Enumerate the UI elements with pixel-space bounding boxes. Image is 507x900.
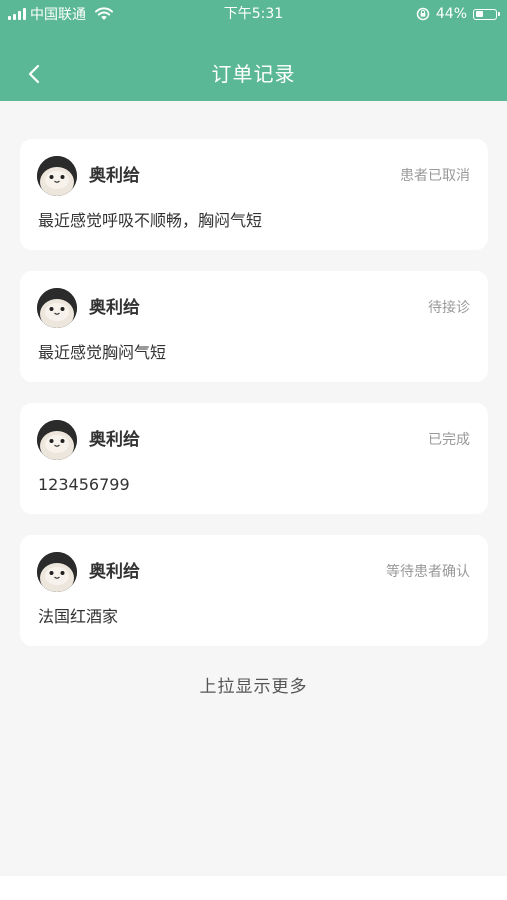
order-status: 患者已取消 <box>400 168 470 184</box>
battery-fill <box>475 11 484 17</box>
order-card[interactable]: 奥利给 待接诊 最近感觉胸闷气短 <box>20 271 488 382</box>
battery-percent: 44% <box>435 6 467 22</box>
rotation-lock-icon <box>416 7 430 21</box>
avatar <box>37 288 77 328</box>
patient-name: 奥利给 <box>89 430 140 450</box>
order-records-screen: 中国联通 下午5:31 44% 订单记录 奥利给 患者已取消 最近感觉呼吸不顺畅… <box>0 0 507 876</box>
patient-name: 奥利给 <box>89 562 140 582</box>
avatar <box>37 420 77 460</box>
order-description: 最近感觉胸闷气短 <box>38 343 167 362</box>
order-card[interactable]: 奥利给 等待患者确认 法国红酒家 <box>20 535 488 646</box>
avatar <box>37 552 77 592</box>
avatar <box>37 156 77 196</box>
status-bar-right: 44% <box>416 5 500 23</box>
order-status: 待接诊 <box>428 300 470 316</box>
status-bar: 中国联通 下午5:31 44% <box>0 0 507 28</box>
order-status: 已完成 <box>428 432 470 448</box>
patient-name: 奥利给 <box>89 166 140 186</box>
order-description: 123456799 <box>38 475 130 494</box>
order-card[interactable]: 奥利给 患者已取消 最近感觉呼吸不顺畅，胸闷气短 <box>20 139 488 250</box>
order-card[interactable]: 奥利给 已完成 123456799 <box>20 403 488 514</box>
order-status: 等待患者确认 <box>386 564 470 580</box>
patient-name: 奥利给 <box>89 298 140 318</box>
order-description: 最近感觉呼吸不顺畅，胸闷气短 <box>38 211 263 230</box>
battery-icon <box>473 8 500 20</box>
app-header: 中国联通 下午5:31 44% 订单记录 <box>0 0 507 101</box>
order-description: 法国红酒家 <box>38 607 119 626</box>
page-title: 订单记录 <box>211 62 296 86</box>
load-more-hint: 上拉显示更多 <box>199 677 308 697</box>
nav-bar: 订单记录 <box>0 48 507 100</box>
